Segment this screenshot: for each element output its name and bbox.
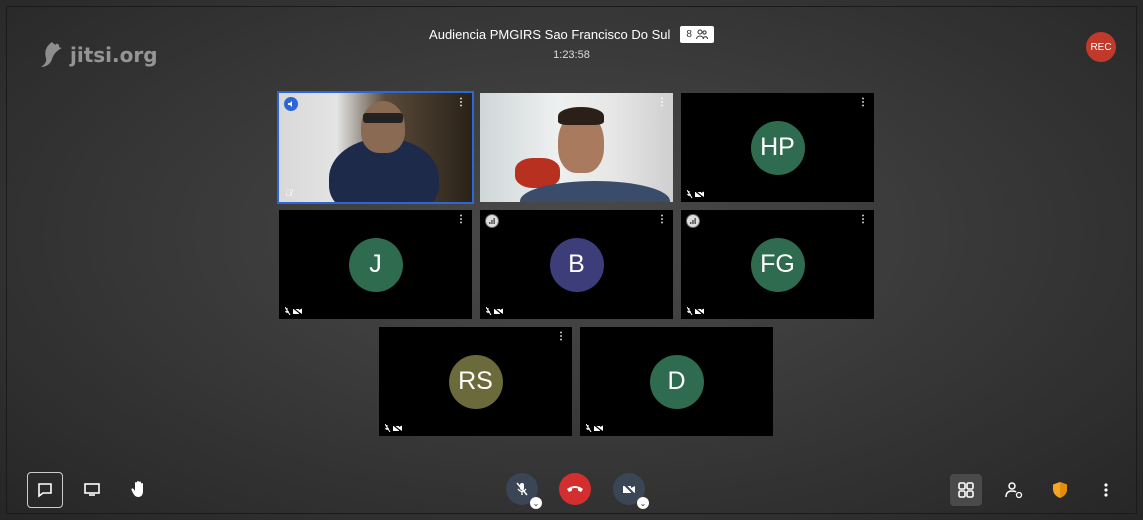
avatar: FG (750, 237, 805, 292)
dominant-speaker-icon (284, 97, 298, 111)
mic-muted-icon: 🎙̸ (285, 188, 292, 198)
mic-camera-muted-icon (285, 307, 303, 315)
camera-muted-icon (622, 482, 636, 496)
connection-indicator-icon[interactable] (686, 214, 700, 228)
participant-tile-hp[interactable]: HP ⋮ (681, 93, 874, 202)
tile-menu-icon[interactable]: ⋮ (657, 97, 667, 108)
raise-hand-icon (131, 481, 143, 497)
tile-status-icons: 🎙̸ (285, 188, 292, 198)
screen-share-button[interactable] (77, 472, 107, 506)
avatar: HP (750, 120, 805, 175)
participant-tile-d[interactable]: D (580, 327, 773, 436)
avatar: D (649, 354, 704, 409)
microphone-options-icon[interactable]: ⌄ (530, 497, 542, 509)
tile-status-icons (486, 307, 504, 315)
invite-button[interactable] (999, 474, 1029, 506)
avatar: J (348, 237, 403, 292)
participant-tile-j[interactable]: J ⋮ (279, 210, 472, 319)
participant-glasses (363, 113, 403, 123)
participant-tile-video[interactable]: ⋮ (480, 93, 673, 202)
microphone-button[interactable]: ⌄ (506, 473, 542, 509)
participant-hair (558, 107, 604, 125)
invite-icon (1005, 482, 1023, 499)
more-icon (1104, 483, 1108, 497)
avatar: B (549, 237, 604, 292)
tile-menu-icon[interactable]: ⋮ (657, 214, 667, 225)
participant-face (361, 101, 405, 153)
microphone-muted-icon (516, 482, 528, 496)
mic-camera-muted-icon (687, 307, 705, 315)
tile-status-icons (687, 307, 705, 315)
tile-view-button[interactable] (950, 474, 982, 506)
conference-title: Audiencia PMGIRS Sao Francisco Do Sul (429, 27, 671, 42)
tile-view-icon (958, 482, 974, 498)
mic-camera-muted-icon (385, 424, 403, 432)
tile-status-icons (586, 424, 604, 432)
participant-tile-fg[interactable]: FG ⋮ (681, 210, 874, 319)
recording-indicator: REC (1086, 32, 1116, 62)
hangup-icon (567, 486, 583, 492)
avatar: RS (448, 354, 503, 409)
hangup-button[interactable] (559, 473, 591, 505)
tile-menu-icon[interactable]: ⋮ (556, 331, 566, 342)
conference-header: Audiencia PMGIRS Sao Francisco Do Sul 8 … (0, 26, 1143, 61)
screen-share-icon (84, 483, 100, 496)
participant-tile-speaker[interactable]: ⋮ 🎙̸ (277, 91, 474, 204)
chat-button[interactable] (27, 472, 63, 508)
participants-icon (695, 29, 708, 40)
mic-camera-muted-icon (687, 190, 705, 198)
security-button[interactable] (1046, 474, 1074, 506)
mic-camera-muted-icon (586, 424, 604, 432)
conference-duration: 1:23:58 (553, 49, 590, 61)
participant-tile-rs[interactable]: RS ⋮ (379, 327, 572, 436)
camera-options-icon[interactable]: ⌄ (637, 497, 649, 509)
raise-hand-button[interactable] (124, 472, 154, 506)
tile-status-icons (385, 424, 403, 432)
more-options-button[interactable] (1094, 474, 1118, 506)
security-icon (1053, 482, 1067, 498)
participant-count-badge[interactable]: 8 (680, 26, 714, 43)
participant-tile-b[interactable]: B ⋮ (480, 210, 673, 319)
connection-indicator-icon[interactable] (485, 214, 499, 228)
participant-count: 8 (686, 29, 692, 40)
tile-menu-icon[interactable]: ⋮ (456, 214, 466, 225)
tile-menu-icon[interactable]: ⋮ (858, 214, 868, 225)
tile-status-icons (687, 190, 705, 198)
mic-camera-muted-icon (486, 307, 504, 315)
tile-status-icons (285, 307, 303, 315)
tile-menu-icon[interactable]: ⋮ (456, 97, 466, 108)
tile-menu-icon[interactable]: ⋮ (858, 97, 868, 108)
camera-button[interactable]: ⌄ (613, 473, 649, 509)
chat-icon (38, 483, 52, 498)
